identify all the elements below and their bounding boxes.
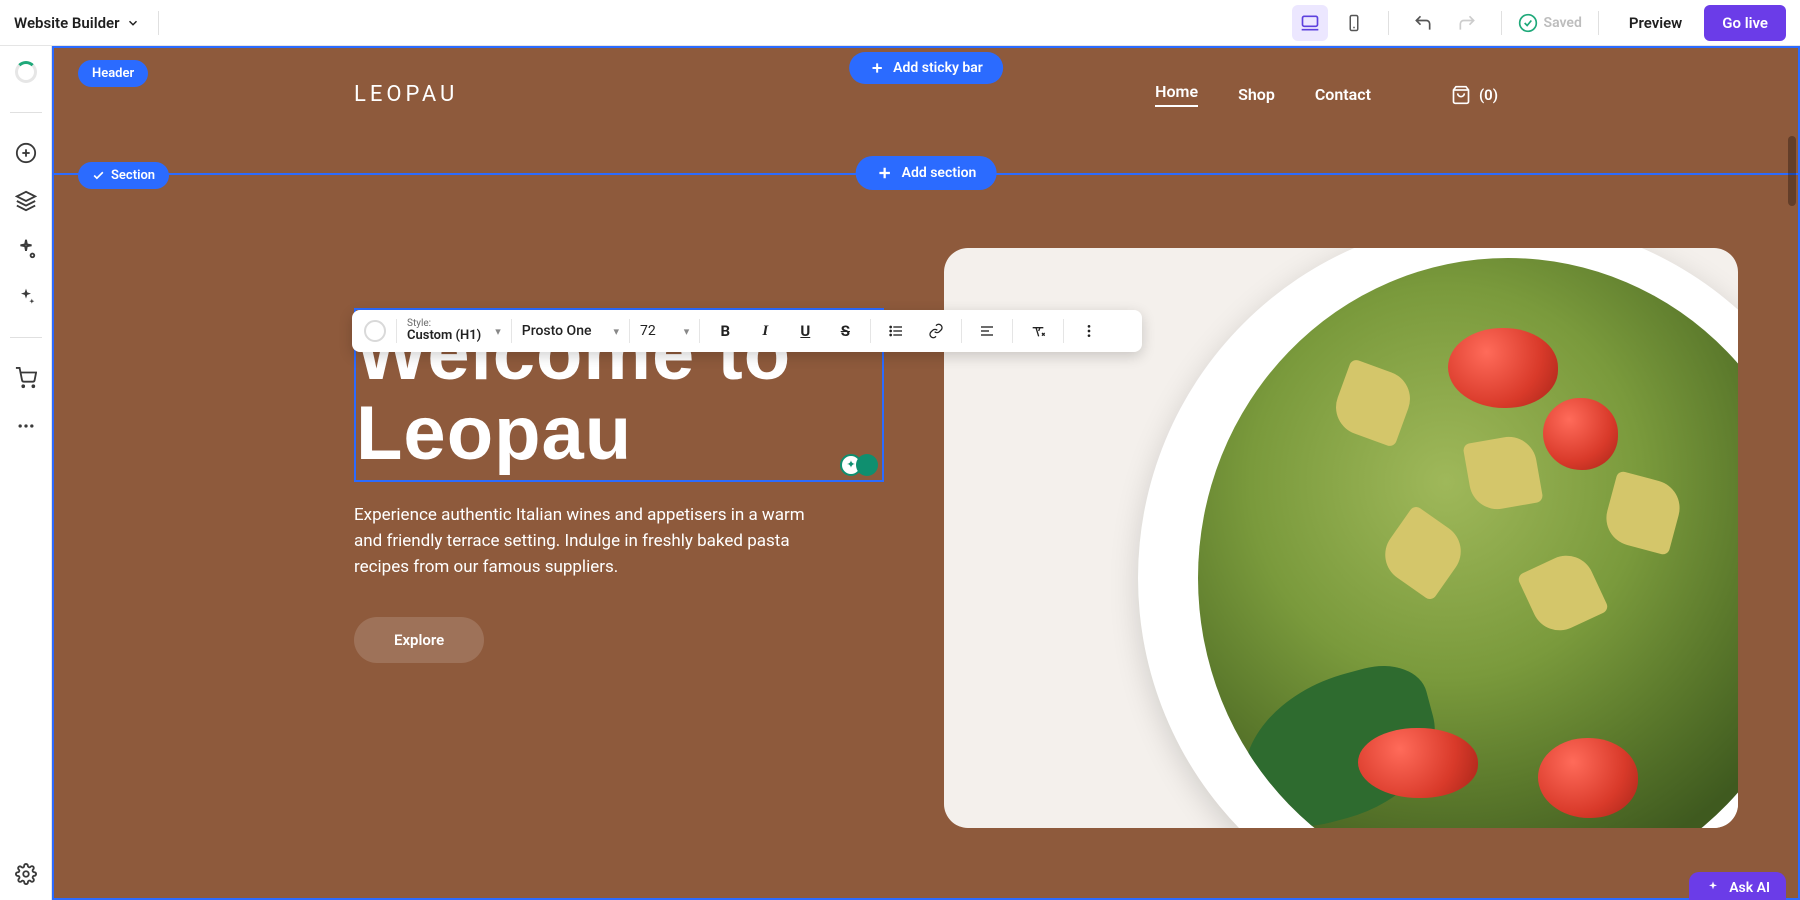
viewport-mobile-button[interactable] xyxy=(1336,5,1372,41)
hero-body-text[interactable]: Experience authentic Italian wines and a… xyxy=(354,502,814,581)
top-toolbar: Website Builder Saved Preview Go live xyxy=(0,0,1800,46)
divider xyxy=(961,319,962,343)
save-status: Saved xyxy=(1518,13,1582,33)
add-sticky-label: Add sticky bar xyxy=(893,60,983,76)
add-element-button[interactable] xyxy=(14,141,38,165)
clear-format-button[interactable] xyxy=(1023,316,1053,346)
font-size-value: 72 xyxy=(640,323,656,339)
align-icon xyxy=(979,323,995,339)
preview-button[interactable]: Preview xyxy=(1615,6,1696,40)
section-badge-label: Section xyxy=(111,168,155,183)
ai-suggestion-chip[interactable]: ✦ xyxy=(840,454,878,476)
settings-button[interactable] xyxy=(14,862,38,886)
viewport-desktop-button[interactable] xyxy=(1292,5,1328,41)
desktop-icon xyxy=(1300,13,1320,33)
bag-icon xyxy=(1451,84,1471,106)
list-button[interactable] xyxy=(881,316,911,346)
undo-button[interactable] xyxy=(1405,5,1441,41)
strikethrough-button[interactable]: S xyxy=(830,316,860,346)
bold-button[interactable]: B xyxy=(710,316,740,346)
scrollbar-thumb[interactable] xyxy=(1788,136,1796,206)
header-badge-label: Header xyxy=(92,66,134,81)
more-options-button[interactable] xyxy=(1074,316,1104,346)
topbar-right: Saved Preview Go live xyxy=(1292,5,1786,41)
link-button[interactable] xyxy=(921,316,951,346)
underline-button[interactable]: U xyxy=(790,316,820,346)
hero-cta-button[interactable]: Explore xyxy=(354,617,484,663)
clear-format-icon xyxy=(1030,323,1046,339)
add-section-label: Add section xyxy=(902,165,977,181)
ai-sparkle-button[interactable] xyxy=(14,285,38,309)
add-sticky-bar-button[interactable]: Add sticky bar xyxy=(849,52,1003,84)
divider xyxy=(1012,319,1013,343)
divider xyxy=(1598,11,1599,35)
divider xyxy=(10,112,42,113)
divider xyxy=(1063,319,1064,343)
more-button[interactable] xyxy=(14,414,38,438)
text-style-dropdown[interactable]: Style: Custom (H1) xyxy=(407,318,481,343)
sparkle-icon xyxy=(1705,880,1721,896)
chevron-down-icon: ▾ xyxy=(614,325,620,338)
divider xyxy=(511,319,512,343)
nav-contact[interactable]: Contact xyxy=(1315,85,1371,104)
topbar-left: Website Builder xyxy=(14,11,167,35)
italic-button[interactable]: I xyxy=(750,316,780,346)
canvas-viewport[interactable]: Header Add sticky bar LEOPAU Home Shop C… xyxy=(52,46,1800,900)
divider xyxy=(1501,11,1502,35)
app-switcher[interactable]: Website Builder xyxy=(14,14,140,32)
chevron-down-icon xyxy=(126,16,140,30)
font-size-dropdown[interactable]: 72 ▾ xyxy=(640,323,689,339)
plus-icon xyxy=(876,164,894,182)
nav-home[interactable]: Home xyxy=(1155,82,1198,107)
check-icon xyxy=(92,169,105,182)
add-section-button[interactable]: Add section xyxy=(856,156,997,190)
layers-button[interactable] xyxy=(14,189,38,213)
list-icon xyxy=(888,323,904,339)
divider xyxy=(699,319,700,343)
ask-ai-button[interactable]: Ask AI xyxy=(1689,872,1786,900)
plus-icon xyxy=(869,60,885,76)
style-value: Custom (H1) xyxy=(407,329,481,343)
left-sidebar xyxy=(0,46,52,900)
check-circle-icon xyxy=(1518,13,1538,33)
divider xyxy=(629,319,630,343)
chevron-down-icon: ▾ xyxy=(495,325,501,338)
align-button[interactable] xyxy=(972,316,1002,346)
site-header: LEOPAU Home Shop Contact (0) xyxy=(54,82,1798,107)
text-editor-toolbar: Style: Custom (H1) ▾ Prosto One ▾ 72 ▾ B… xyxy=(352,310,1142,352)
divider xyxy=(158,11,159,35)
chevron-down-icon: ▾ xyxy=(684,325,690,338)
plate-graphic xyxy=(1138,248,1738,828)
saved-label: Saved xyxy=(1544,15,1582,31)
divider xyxy=(10,337,42,338)
more-vertical-icon xyxy=(1081,323,1097,339)
site-logo[interactable]: LEOPAU xyxy=(354,82,458,107)
theme-button[interactable] xyxy=(14,237,38,261)
nav-shop[interactable]: Shop xyxy=(1238,85,1275,104)
cart-count: (0) xyxy=(1479,86,1498,104)
ai-avatar-icon xyxy=(856,454,878,476)
redo-button[interactable] xyxy=(1449,5,1485,41)
font-name: Prosto One xyxy=(522,323,592,339)
store-button[interactable] xyxy=(14,366,38,390)
primary-nav: Home Shop Contact xyxy=(1155,82,1371,107)
redo-icon xyxy=(1457,13,1477,33)
ask-ai-label: Ask AI xyxy=(1729,880,1770,896)
section-badge[interactable]: Section xyxy=(78,162,169,189)
divider xyxy=(396,319,397,343)
mobile-icon xyxy=(1345,14,1363,32)
divider xyxy=(870,319,871,343)
font-family-dropdown[interactable]: Prosto One ▾ xyxy=(522,323,619,339)
divider xyxy=(1388,11,1389,35)
undo-icon xyxy=(1413,13,1433,33)
cart-button[interactable]: (0) xyxy=(1451,84,1498,106)
go-live-button[interactable]: Go live xyxy=(1704,5,1786,41)
loading-spinner-icon xyxy=(14,60,38,84)
app-label: Website Builder xyxy=(14,14,120,32)
text-color-swatch[interactable] xyxy=(364,320,386,342)
link-icon xyxy=(928,323,944,339)
